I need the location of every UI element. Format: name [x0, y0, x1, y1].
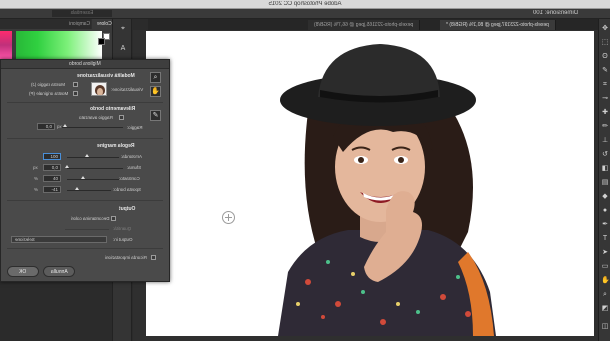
document-tabs: pexels-photo-221165.jpeg @ 66,7% (RGB/8)… [148, 19, 598, 30]
zoom-tool-icon[interactable]: ⌕ [601, 291, 609, 299]
tab-document-2[interactable]: pexels-photo-223197.jpeg @ 80,1% (RGB/8)… [440, 20, 556, 30]
output-to-dropdown[interactable]: Selezione [11, 236, 107, 243]
amount-label: Quantità: [113, 226, 132, 231]
divider [7, 248, 163, 249]
path-select-tool-icon[interactable]: ➤ [601, 249, 609, 257]
radius-label: Raggio: [127, 125, 143, 130]
cursor-crosshair [222, 211, 235, 224]
color-panel: Colore Campioni [0, 19, 117, 59]
remember-settings-checkbox[interactable] [151, 255, 156, 260]
eyedropper-tool-icon[interactable]: ⊸ [601, 95, 609, 103]
title-bar: Adobe Photoshop CC 2015 [0, 0, 610, 9]
view-label: Visualizzazione: [111, 87, 144, 92]
character-icon[interactable]: A [119, 45, 127, 53]
contrast-value[interactable]: 40 [43, 175, 61, 182]
essentials-workspace[interactable]: Essentials [52, 10, 112, 17]
output-heading: Output [118, 206, 135, 212]
view-mode-heading: Modalità visualizzazione [77, 73, 135, 79]
quick-mask-icon[interactable]: ◫ [601, 323, 609, 331]
foreground-color-swatch[interactable] [98, 38, 105, 45]
refine-edge-dialog: Migliora bordo Modalità visualizzazione … [0, 59, 170, 282]
history-brush-tool-icon[interactable]: ↺ [601, 151, 609, 159]
type-tool-icon[interactable]: T [601, 235, 609, 243]
feather-unit: px [33, 165, 38, 170]
tab-swatches[interactable]: Campioni [64, 19, 95, 29]
marquee-tool-icon[interactable]: ⬚ [601, 39, 609, 47]
refine-radius-tool-icon[interactable]: ✎ [150, 110, 161, 121]
color-panel-tabs: Colore Campioni [0, 19, 117, 29]
edge-detection-heading: Rilevamento bordo [89, 106, 135, 112]
radius-value[interactable]: 0,0 [37, 123, 55, 130]
color-spectrum[interactable] [16, 31, 102, 59]
smooth-slider[interactable] [67, 157, 119, 158]
shift-edge-value[interactable]: -41 [43, 186, 61, 193]
tab-document-1[interactable]: pexels-photo-221165.jpeg @ 66,7% (RGB/8) [308, 20, 421, 30]
shift-edge-slider-knob[interactable] [75, 187, 79, 190]
tools-panel: ✥ ⬚ ʘ ✎ ⌗ ⊸ ✚ ✏ ⊥ ↺ ◧ ▤ ◆ ● ✒ T ➤ ▭ ✋ ⌕ … [598, 19, 610, 341]
remember-settings-label: Ricorda impostazioni [105, 255, 147, 260]
smooth-label: Arrotonda: [121, 154, 143, 159]
decontaminate-label: Decontamina colori [71, 216, 110, 221]
feather-slider-knob[interactable] [65, 165, 69, 168]
amount-slider [65, 229, 109, 230]
options-bar: Essentials Dimensione: 100 [0, 9, 610, 19]
quick-select-tool-icon[interactable]: ✎ [601, 67, 609, 75]
divider [7, 102, 163, 103]
brush-tool-icon[interactable]: ✏ [601, 123, 609, 131]
crop-tool-icon[interactable]: ⌗ [601, 81, 609, 89]
blur-tool-icon[interactable]: ◆ [601, 193, 609, 201]
hand-tool-icon[interactable]: ✋ [150, 86, 161, 97]
show-radius-checkbox[interactable] [73, 82, 78, 87]
feather-slider[interactable] [67, 168, 123, 169]
move-tool-icon[interactable]: ✥ [601, 25, 609, 33]
radius-slider[interactable] [61, 127, 123, 128]
dialog-title: Migliora bordo [1, 60, 169, 69]
shift-edge-unit: % [34, 187, 39, 192]
show-radius-label: Mostra raggio (J) [31, 82, 66, 87]
eraser-tool-icon[interactable]: ◧ [601, 165, 609, 173]
gradient-tool-icon[interactable]: ▤ [601, 179, 609, 187]
contrast-label: Contrasto: [119, 176, 140, 181]
size-label: Dimensione: 100 [532, 10, 578, 16]
adjust-edge-heading: Regola margine [97, 143, 135, 149]
contrast-unit: % [34, 176, 39, 181]
tool-presets-icon[interactable]: ⌖ [119, 25, 127, 33]
lasso-tool-icon[interactable]: ʘ [601, 53, 609, 61]
shape-tool-icon[interactable]: ▭ [601, 263, 609, 271]
decontaminate-checkbox[interactable] [111, 216, 116, 221]
contrast-slider[interactable] [67, 179, 119, 180]
smooth-value[interactable]: 100 [43, 153, 61, 160]
output-to-label: Output in: [113, 237, 133, 242]
view-thumbnail[interactable] [91, 82, 107, 96]
feather-label: Sfuma: [127, 165, 142, 170]
pen-tool-icon[interactable]: ✒ [601, 221, 609, 229]
shift-edge-label: Sposta bordo: [113, 187, 142, 192]
dodge-tool-icon[interactable]: ● [601, 207, 609, 215]
shift-edge-slider[interactable] [67, 190, 111, 191]
window-title: Adobe Photoshop CC 2015 [268, 1, 342, 7]
contrast-slider-knob[interactable] [81, 176, 85, 179]
portrait-image [278, 44, 496, 336]
zoom-tool-icon[interactable]: ⌕ [150, 72, 161, 83]
feather-value[interactable]: 0,0 [43, 164, 61, 171]
cancel-button[interactable]: Annulla [43, 266, 75, 277]
color-swatches-icon[interactable]: ◩ [601, 305, 609, 313]
radius-slider-knob[interactable] [63, 124, 67, 127]
divider [7, 200, 163, 201]
healing-tool-icon[interactable]: ✚ [601, 109, 609, 117]
ok-button[interactable]: OK [7, 266, 39, 277]
hand-tool-icon[interactable]: ✋ [601, 277, 610, 285]
smart-radius-checkbox[interactable] [119, 115, 124, 120]
clone-stamp-tool-icon[interactable]: ⊥ [601, 137, 609, 145]
show-original-label: Mostra originale (P) [29, 91, 69, 96]
smart-radius-label: Raggio avanzato [79, 115, 113, 120]
hue-strip[interactable] [0, 31, 12, 59]
show-original-checkbox[interactable] [73, 91, 78, 96]
radius-unit: px [57, 124, 62, 129]
smooth-slider-knob[interactable] [85, 154, 89, 157]
divider [7, 138, 163, 139]
